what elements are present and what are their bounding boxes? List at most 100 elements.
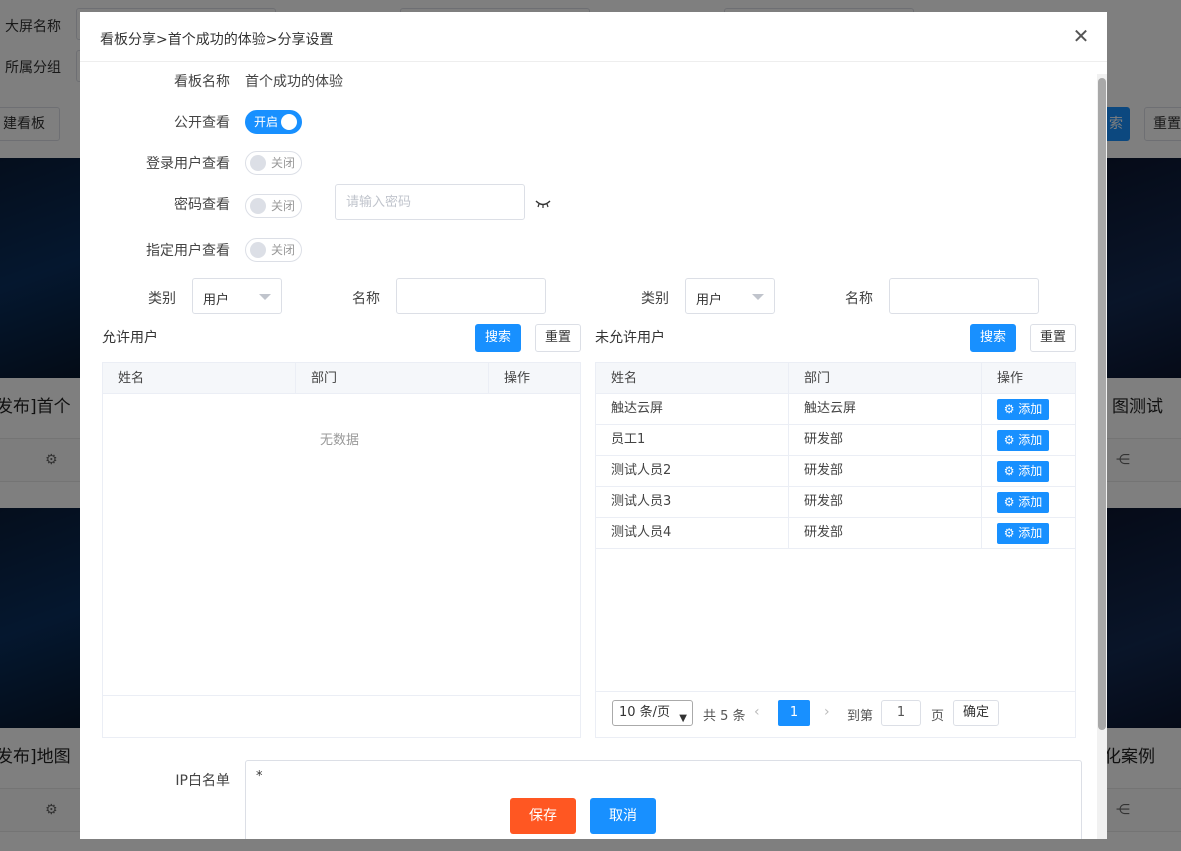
table-row: 员工1 研发部 ⚙ 添加 bbox=[596, 425, 1075, 456]
add-user-button[interactable]: ⚙ 添加 bbox=[997, 492, 1049, 513]
cell-name: 测试人员3 bbox=[596, 487, 789, 517]
allowed-reset-button[interactable]: 重置 bbox=[535, 324, 581, 352]
cell-name: 测试人员2 bbox=[596, 456, 789, 486]
table-header: 姓名 部门 操作 bbox=[103, 363, 580, 394]
login-view-label: 登录用户查看 bbox=[146, 156, 230, 172]
left-name-label: 名称 bbox=[352, 291, 380, 307]
add-label: 添加 bbox=[1018, 526, 1043, 540]
password-view-switch[interactable]: 关闭 bbox=[245, 194, 302, 218]
select-value: 用户 bbox=[203, 293, 230, 308]
cell-name: 触达云屏 bbox=[596, 394, 789, 424]
right-category-select[interactable]: 用户 bbox=[685, 278, 775, 314]
chevron-down-icon bbox=[259, 294, 271, 300]
cell-dept: 研发部 bbox=[789, 518, 982, 548]
switch-knob bbox=[250, 242, 266, 258]
page-size-value: 10 条/页 bbox=[619, 705, 671, 720]
table-row: 测试人员2 研发部 ⚙ 添加 bbox=[596, 456, 1075, 487]
empty-text: 无数据 bbox=[320, 433, 360, 448]
pager-confirm-button[interactable]: 确定 bbox=[953, 700, 999, 726]
ip-whitelist-label: IP白名单 bbox=[175, 773, 230, 789]
select-value: 用户 bbox=[696, 293, 723, 308]
switch-knob bbox=[250, 198, 266, 214]
col-dept: 部门 bbox=[789, 363, 982, 394]
ip-whitelist-textarea[interactable]: * bbox=[245, 760, 1082, 839]
switch-text: 关闭 bbox=[271, 156, 296, 170]
switch-text: 关闭 bbox=[271, 199, 296, 213]
cell-name: 测试人员4 bbox=[596, 518, 789, 548]
cell-action: ⚙ 添加 bbox=[982, 456, 1076, 486]
cell-dept: 研发部 bbox=[789, 456, 982, 486]
cell-dept: 研发部 bbox=[789, 425, 982, 455]
next-page-icon[interactable]: › bbox=[824, 704, 830, 720]
chevron-down-icon bbox=[752, 294, 764, 300]
scrollbar-thumb[interactable] bbox=[1098, 78, 1106, 730]
specific-view-label: 指定用户查看 bbox=[146, 243, 230, 259]
page-size-select[interactable]: 10 条/页 ▼ bbox=[612, 700, 693, 726]
cell-action: ⚙ 添加 bbox=[982, 487, 1076, 517]
dialog-title: 看板分享>首个成功的体验>分享设置 bbox=[100, 32, 334, 48]
password-view-label: 密码查看 bbox=[174, 197, 230, 213]
close-icon[interactable]: ✕ bbox=[1069, 24, 1093, 48]
left-category-label: 类别 bbox=[148, 291, 176, 307]
table-footer-divider bbox=[103, 695, 580, 696]
share-settings-dialog: 看板分享>首个成功的体验>分享设置 ✕ 看板名称 首个成功的体验 公开查看 开启… bbox=[80, 12, 1107, 839]
board-name-label: 看板名称 bbox=[174, 74, 230, 90]
table-row: 测试人员3 研发部 ⚙ 添加 bbox=[596, 487, 1075, 518]
col-action: 操作 bbox=[997, 371, 1024, 386]
table-footer-divider bbox=[596, 691, 1075, 692]
board-name-value: 首个成功的体验 bbox=[245, 74, 343, 90]
right-category-label: 类别 bbox=[641, 291, 669, 307]
add-user-button[interactable]: ⚙ 添加 bbox=[997, 399, 1049, 420]
add-user-button[interactable]: ⚙ 添加 bbox=[997, 523, 1049, 544]
cell-action: ⚙ 添加 bbox=[982, 518, 1076, 548]
allowed-users-table: 姓名 部门 操作 无数据 bbox=[102, 362, 581, 738]
specific-view-switch[interactable]: 关闭 bbox=[245, 238, 302, 262]
col-action: 操作 bbox=[504, 371, 531, 386]
col-name: 姓名 bbox=[103, 363, 296, 394]
public-view-label: 公开查看 bbox=[174, 115, 230, 131]
left-category-select[interactable]: 用户 bbox=[192, 278, 282, 314]
pager-total: 共 5 条 bbox=[703, 709, 746, 724]
table-row: 测试人员4 研发部 ⚙ 添加 bbox=[596, 518, 1075, 549]
switch-knob bbox=[250, 155, 266, 171]
pager-goto-input[interactable]: 1 bbox=[881, 700, 921, 726]
not-allowed-users-title: 未允许用户 bbox=[595, 330, 665, 346]
password-input[interactable] bbox=[335, 184, 525, 220]
right-name-input[interactable] bbox=[889, 278, 1039, 314]
not-allowed-users-table: 姓名 部门 操作 触达云屏 触达云屏 ⚙ 添加 员工1 研发部 ⚙ 添加 测试人… bbox=[595, 362, 1076, 738]
right-name-label: 名称 bbox=[845, 291, 873, 307]
col-name: 姓名 bbox=[596, 363, 789, 394]
add-label: 添加 bbox=[1018, 495, 1043, 509]
switch-knob bbox=[281, 114, 297, 130]
allowed-users-title: 允许用户 bbox=[102, 330, 158, 346]
add-user-button[interactable]: ⚙ 添加 bbox=[997, 461, 1049, 482]
cell-name: 员工1 bbox=[596, 425, 789, 455]
eye-closed-icon[interactable] bbox=[535, 199, 551, 209]
add-label: 添加 bbox=[1018, 402, 1043, 416]
switch-text: 开启 bbox=[254, 115, 279, 129]
cell-dept: 研发部 bbox=[789, 487, 982, 517]
cancel-button[interactable]: 取消 bbox=[590, 798, 656, 834]
dialog-header: 看板分享>首个成功的体验>分享设置 ✕ bbox=[80, 12, 1107, 62]
not-allowed-search-button[interactable]: 搜索 bbox=[970, 324, 1016, 352]
switch-text: 关闭 bbox=[271, 243, 296, 257]
table-row: 触达云屏 触达云屏 ⚙ 添加 bbox=[596, 394, 1075, 425]
add-user-button[interactable]: ⚙ 添加 bbox=[997, 430, 1049, 451]
pager-goto-label: 到第 bbox=[847, 709, 874, 724]
pager-current-page[interactable]: 1 bbox=[778, 700, 810, 726]
not-allowed-reset-button[interactable]: 重置 bbox=[1030, 324, 1076, 352]
login-view-switch[interactable]: 关闭 bbox=[245, 151, 302, 175]
add-label: 添加 bbox=[1018, 464, 1043, 478]
pager-page-unit: 页 bbox=[931, 709, 945, 724]
col-dept: 部门 bbox=[296, 363, 489, 394]
add-label: 添加 bbox=[1018, 433, 1043, 447]
allowed-search-button[interactable]: 搜索 bbox=[475, 324, 521, 352]
save-button[interactable]: 保存 bbox=[510, 798, 576, 834]
chevron-down-icon: ▼ bbox=[679, 713, 687, 724]
prev-page-icon[interactable]: ‹ bbox=[754, 704, 760, 720]
public-view-switch[interactable]: 开启 bbox=[245, 110, 302, 134]
cell-action: ⚙ 添加 bbox=[982, 394, 1076, 424]
cell-action: ⚙ 添加 bbox=[982, 425, 1076, 455]
cell-dept: 触达云屏 bbox=[789, 394, 982, 424]
left-name-input[interactable] bbox=[396, 278, 546, 314]
